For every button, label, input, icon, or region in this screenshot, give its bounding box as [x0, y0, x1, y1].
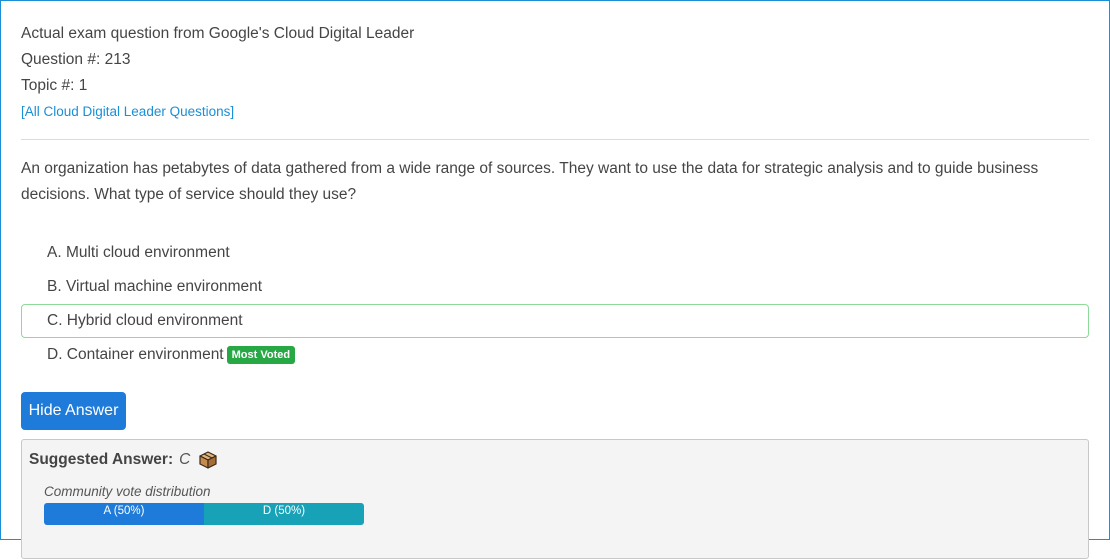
- choice-c[interactable]: C. Hybrid cloud environment: [21, 304, 1089, 338]
- suggested-answer-value: C: [179, 451, 191, 468]
- vote-distribution-bar: A (50%) D (50%): [44, 503, 364, 525]
- choice-label: A. Multi cloud environment: [47, 244, 230, 261]
- choice-label: C. Hybrid cloud environment: [47, 312, 243, 329]
- suggested-answer-label: Suggested Answer:: [29, 451, 174, 468]
- vote-segment-0: A (50%): [44, 503, 204, 525]
- question-text: An organization has petabytes of data ga…: [21, 160, 1039, 203]
- vote-segment-1: D (50%): [204, 503, 364, 525]
- vote-distribution-title: Community vote distribution: [44, 484, 211, 499]
- exam-source: Actual exam question from Google's Cloud…: [21, 25, 415, 42]
- box-icon[interactable]: [198, 450, 218, 470]
- question-meta: Actual exam question from Google's Cloud…: [21, 1, 1089, 122]
- answer-panel: Suggested Answer: C Community vote distr…: [21, 439, 1089, 559]
- choice-b[interactable]: B. Virtual machine environment: [21, 270, 1089, 304]
- hide-answer-button[interactable]: Hide Answer: [21, 392, 126, 430]
- suggested-answer: Suggested Answer: C: [29, 450, 1081, 470]
- choice-d[interactable]: D. Container environment Most Voted: [21, 338, 1089, 372]
- most-voted-badge: Most Voted: [226, 346, 296, 364]
- choice-label: D. Container environment: [47, 346, 224, 363]
- choice-a[interactable]: A. Multi cloud environment: [21, 236, 1089, 270]
- topic-number: Topic #: 1: [21, 77, 88, 94]
- all-questions-link[interactable]: [All Cloud Digital Leader Questions]: [21, 102, 234, 122]
- choice-label: B. Virtual machine environment: [47, 278, 263, 295]
- divider: [21, 139, 1089, 140]
- question-number: Question #: 213: [21, 51, 131, 68]
- question-card: Actual exam question from Google's Cloud…: [0, 0, 1110, 559]
- choice-list: A. Multi cloud environment B. Virtual ma…: [21, 236, 1089, 372]
